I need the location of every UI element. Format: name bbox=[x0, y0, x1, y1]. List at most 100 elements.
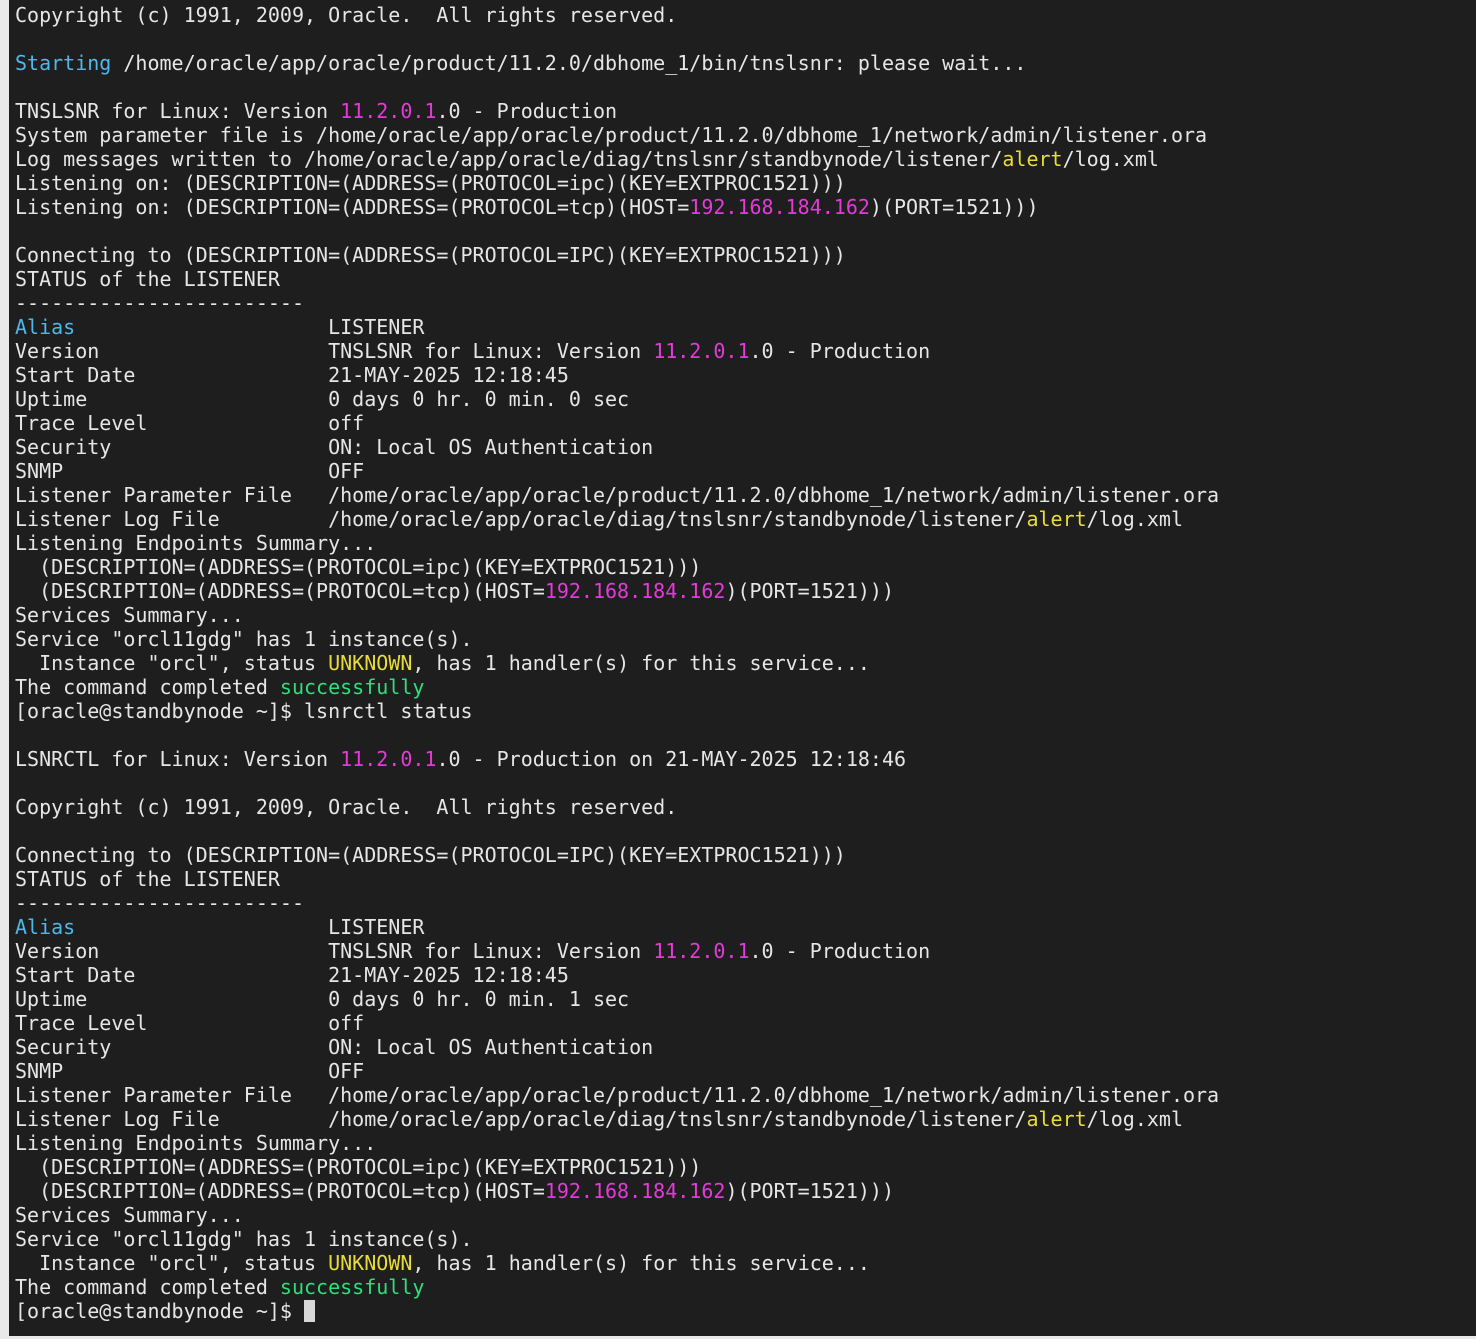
terminal-line: Connecting to (DESCRIPTION=(ADDRESS=(PRO… bbox=[15, 843, 1476, 867]
terminal-line: Start Date 21-MAY-2025 12:18:45 bbox=[15, 363, 1476, 387]
terminal-line: The command completed successfully bbox=[15, 675, 1476, 699]
terminal-text: [oracle@standbynode ~]$ lsnrctl status bbox=[15, 699, 473, 723]
terminal-text: Security ON: Local OS Authentication bbox=[15, 1035, 654, 1059]
terminal-line: (DESCRIPTION=(ADDRESS=(PROTOCOL=tcp)(HOS… bbox=[15, 579, 1476, 603]
terminal-text: , has 1 handler(s) for this service... bbox=[412, 651, 870, 675]
highlighted-token: Starting bbox=[15, 51, 112, 75]
highlighted-token: 192.168.184.162 bbox=[689, 195, 870, 219]
terminal-output[interactable]: Copyright (c) 1991, 2009, Oracle. All ri… bbox=[15, 3, 1476, 1323]
terminal-text: Uptime 0 days 0 hr. 0 min. 1 sec bbox=[15, 987, 630, 1011]
terminal-text: SNMP OFF bbox=[15, 1059, 365, 1083]
terminal-text: Listening Endpoints Summary... bbox=[15, 531, 377, 555]
highlighted-token: 11.2.0.1 bbox=[653, 339, 750, 363]
terminal-text: )(PORT=1521))) bbox=[725, 1179, 895, 1203]
terminal-text: LISTENER bbox=[75, 915, 425, 939]
terminal-line: Connecting to (DESCRIPTION=(ADDRESS=(PRO… bbox=[15, 243, 1476, 267]
terminal-text: /log.xml bbox=[1062, 147, 1159, 171]
terminal-text: .0 - Production bbox=[749, 339, 931, 363]
highlighted-token: Alias bbox=[15, 915, 76, 939]
terminal-line: System parameter file is /home/oracle/ap… bbox=[15, 123, 1476, 147]
terminal-text: Listening on: (DESCRIPTION=(ADDRESS=(PRO… bbox=[15, 195, 690, 219]
terminal-line: (DESCRIPTION=(ADDRESS=(PROTOCOL=ipc)(KEY… bbox=[15, 1155, 1476, 1179]
terminal-text: (DESCRIPTION=(ADDRESS=(PROTOCOL=tcp)(HOS… bbox=[15, 1179, 545, 1203]
terminal-text: ------------------------ bbox=[15, 891, 304, 915]
terminal-line: (DESCRIPTION=(ADDRESS=(PROTOCOL=ipc)(KEY… bbox=[15, 555, 1476, 579]
terminal-line: SNMP OFF bbox=[15, 459, 1476, 483]
highlighted-token: 192.168.184.162 bbox=[544, 579, 726, 603]
highlighted-token: 11.2.0.1 bbox=[340, 747, 437, 771]
terminal-window[interactable]: Copyright (c) 1991, 2009, Oracle. All ri… bbox=[0, 0, 1476, 1339]
terminal-line: Listening Endpoints Summary... bbox=[15, 531, 1476, 555]
terminal-line: Copyright (c) 1991, 2009, Oracle. All ri… bbox=[15, 795, 1476, 819]
terminal-line: Listening on: (DESCRIPTION=(ADDRESS=(PRO… bbox=[15, 195, 1476, 219]
terminal-line: SNMP OFF bbox=[15, 1059, 1476, 1083]
text-cursor bbox=[303, 1300, 315, 1322]
terminal-text: STATUS of the LISTENER bbox=[15, 267, 280, 291]
terminal-text: Connecting to (DESCRIPTION=(ADDRESS=(PRO… bbox=[15, 843, 846, 867]
terminal-text: Listener Parameter File /home/oracle/app… bbox=[15, 483, 1220, 507]
terminal-text: Instance "orcl", status bbox=[15, 651, 329, 675]
terminal-text: ------------------------ bbox=[15, 291, 304, 315]
terminal-text: (DESCRIPTION=(ADDRESS=(PROTOCOL=ipc)(KEY… bbox=[15, 555, 702, 579]
terminal-text: Service "orcl11gdg" has 1 instance(s). bbox=[15, 1227, 473, 1251]
terminal-text: Listening on: (DESCRIPTION=(ADDRESS=(PRO… bbox=[15, 171, 846, 195]
terminal-line: Uptime 0 days 0 hr. 0 min. 0 sec bbox=[15, 387, 1476, 411]
highlighted-token: alert bbox=[1026, 1107, 1087, 1131]
terminal-text: .0 - Production bbox=[436, 99, 618, 123]
terminal-line: Services Summary... bbox=[15, 1203, 1476, 1227]
terminal-text: Services Summary... bbox=[15, 603, 244, 627]
command-prompt-line[interactable]: [oracle@standbynode ~]$ bbox=[15, 1299, 1476, 1323]
terminal-text: Listener Log File /home/oracle/app/oracl… bbox=[15, 1107, 1027, 1131]
terminal-text: Trace Level off bbox=[15, 1011, 365, 1035]
terminal-text: , has 1 handler(s) for this service... bbox=[412, 1251, 870, 1275]
highlighted-token: 192.168.184.162 bbox=[544, 1179, 726, 1203]
terminal-text: Log messages written to /home/oracle/app… bbox=[15, 147, 1003, 171]
terminal-line: LSNRCTL for Linux: Version 11.2.0.1.0 - … bbox=[15, 747, 1476, 771]
terminal-text: LSNRCTL for Linux: Version bbox=[15, 747, 341, 771]
shell-prompt: [oracle@standbynode ~]$ bbox=[15, 1299, 304, 1323]
terminal-line: STATUS of the LISTENER bbox=[15, 267, 1476, 291]
terminal-line: Service "orcl11gdg" has 1 instance(s). bbox=[15, 1227, 1476, 1251]
terminal-line: Security ON: Local OS Authentication bbox=[15, 1035, 1476, 1059]
terminal-line: Copyright (c) 1991, 2009, Oracle. All ri… bbox=[15, 3, 1476, 27]
terminal-line: STATUS of the LISTENER bbox=[15, 867, 1476, 891]
terminal-line: Services Summary... bbox=[15, 603, 1476, 627]
terminal-line: Log messages written to /home/oracle/app… bbox=[15, 147, 1476, 171]
terminal-line: ------------------------ bbox=[15, 291, 1476, 315]
terminal-line: Service "orcl11gdg" has 1 instance(s). bbox=[15, 627, 1476, 651]
terminal-text: Trace Level off bbox=[15, 411, 365, 435]
terminal-line: The command completed successfully bbox=[15, 1275, 1476, 1299]
highlighted-token: successfully bbox=[279, 1275, 425, 1299]
terminal-line: Version TNSLSNR for Linux: Version 11.2.… bbox=[15, 939, 1476, 963]
terminal-text: /home/oracle/app/oracle/product/11.2.0/d… bbox=[111, 51, 1027, 75]
terminal-text: .0 - Production on 21-MAY-2025 12:18:46 bbox=[436, 747, 907, 771]
terminal-line: Version TNSLSNR for Linux: Version 11.2.… bbox=[15, 339, 1476, 363]
terminal-text: .0 - Production bbox=[749, 939, 931, 963]
terminal-line: Starting /home/oracle/app/oracle/product… bbox=[15, 51, 1476, 75]
terminal-line: Start Date 21-MAY-2025 12:18:45 bbox=[15, 963, 1476, 987]
highlighted-token: 11.2.0.1 bbox=[340, 99, 437, 123]
terminal-line: Listening on: (DESCRIPTION=(ADDRESS=(PRO… bbox=[15, 171, 1476, 195]
terminal-text: The command completed bbox=[15, 1275, 280, 1299]
terminal-text: LISTENER bbox=[75, 315, 425, 339]
highlighted-token: alert bbox=[1002, 147, 1063, 171]
terminal-text: Service "orcl11gdg" has 1 instance(s). bbox=[15, 627, 473, 651]
terminal-text: Version TNSLSNR for Linux: Version bbox=[15, 339, 654, 363]
terminal-line: Trace Level off bbox=[15, 411, 1476, 435]
highlighted-token: UNKNOWN bbox=[328, 1251, 413, 1275]
terminal-line: Trace Level off bbox=[15, 1011, 1476, 1035]
terminal-text: Security ON: Local OS Authentication bbox=[15, 435, 654, 459]
terminal-text: Instance "orcl", status bbox=[15, 1251, 329, 1275]
terminal-text: Uptime 0 days 0 hr. 0 min. 0 sec bbox=[15, 387, 630, 411]
terminal-line: Uptime 0 days 0 hr. 0 min. 1 sec bbox=[15, 987, 1476, 1011]
terminal-text: Start Date 21-MAY-2025 12:18:45 bbox=[15, 363, 569, 387]
terminal-text: Copyright (c) 1991, 2009, Oracle. All ri… bbox=[15, 3, 678, 27]
terminal-line: (DESCRIPTION=(ADDRESS=(PROTOCOL=tcp)(HOS… bbox=[15, 1179, 1476, 1203]
highlighted-token: UNKNOWN bbox=[328, 651, 413, 675]
highlighted-token: alert bbox=[1026, 507, 1087, 531]
terminal-text: Services Summary... bbox=[15, 1203, 244, 1227]
terminal-text: /log.xml bbox=[1086, 507, 1183, 531]
